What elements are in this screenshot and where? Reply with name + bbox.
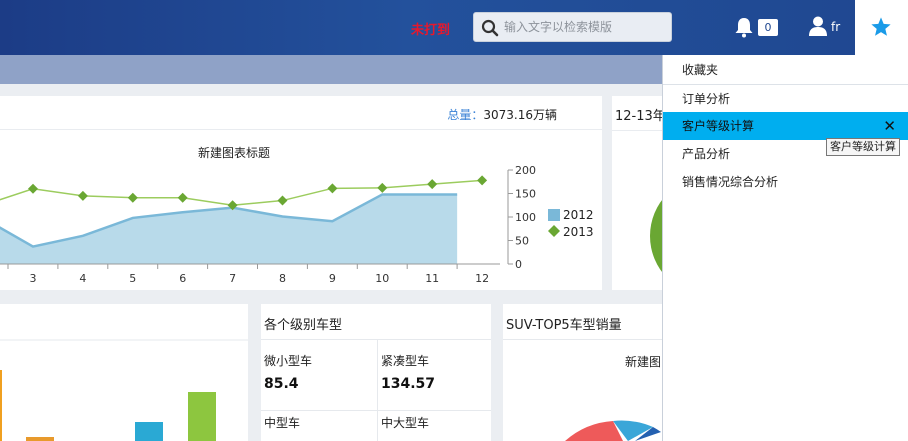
level-value: 85.4 (264, 376, 299, 392)
x-tick-label: 7 (229, 272, 236, 285)
data-point-2013 (28, 183, 38, 194)
y-tick-label: 100 (515, 211, 536, 224)
data-point-2013 (77, 190, 88, 201)
data-point-2013 (127, 192, 138, 203)
x-tick-label: 3 (30, 272, 37, 285)
menu-item-label: 客户等级计算 (682, 119, 755, 133)
top-bar: 未打到 0 fr (0, 0, 908, 55)
y-tick-label: 150 (515, 188, 536, 201)
search-input[interactable] (504, 18, 664, 36)
data-point-2013 (477, 175, 488, 186)
data-point-2013 (327, 183, 338, 194)
data-point-2013 (377, 182, 388, 193)
bell-icon[interactable] (734, 16, 754, 38)
legend-label-2012: 2012 (563, 208, 594, 222)
panel-divider (261, 339, 491, 340)
data-point-2013 (277, 195, 288, 206)
bar-chart-panel (0, 304, 248, 441)
level-name: 紧凑型车 (381, 354, 430, 368)
notification-badge: 0 (758, 19, 778, 36)
bar (188, 392, 216, 441)
y-tick-label: 0 (515, 258, 522, 271)
pie-slice (565, 421, 623, 441)
favorites-dropdown: 收藏夹 订单分析 客户等级计算 ✕ 产品分析 销售情况综合分析 (662, 55, 908, 441)
level-name: 微小型车 (264, 354, 313, 368)
y-tick-label: 200 (515, 164, 536, 177)
legend-swatch-2012 (548, 209, 560, 221)
level-value: 134.57 (381, 376, 436, 392)
x-tick-label: 9 (329, 272, 336, 285)
suv-pie-chart (565, 420, 661, 441)
x-tick-label: 10 (375, 272, 389, 285)
vehicle-levels-panel: 各个级别车型 微小型车 85.4 紧凑型车 134.57 中型车 中大型车 (261, 304, 491, 441)
suv-top5-panel: SUV-TOP5车型销量 新建图 (503, 304, 673, 441)
close-icon[interactable]: ✕ (883, 112, 896, 140)
bar (135, 422, 163, 441)
x-tick-label: 4 (79, 272, 86, 285)
x-tick-label: 5 (129, 272, 136, 285)
cell-divider (377, 340, 378, 441)
data-point-2013 (177, 192, 188, 203)
sales-trend-panel: 总量：3073.16万辆 新建图表标题 3 4 5 6 7 8 9 10 11 12 0 50 100 1… (0, 96, 602, 290)
level-name: 中型车 (264, 416, 301, 430)
legend-swatch-2013 (548, 225, 560, 237)
levels-title: 各个级别车型 (264, 318, 343, 333)
menu-item-favorites[interactable]: 收藏夹 (663, 56, 908, 84)
bar (26, 437, 54, 441)
row-divider (261, 410, 491, 411)
x-tick-label: 6 (179, 272, 186, 285)
y-tick-label: 50 (515, 235, 529, 248)
bar (0, 370, 2, 441)
tooltip: 客户等级计算 (826, 138, 900, 156)
menu-item-order-analysis[interactable]: 订单分析 (663, 85, 908, 113)
menu-item-sales-overview[interactable]: 销售情况综合分析 (663, 168, 908, 196)
favorites-button[interactable] (855, 0, 908, 55)
x-tick-label: 8 (279, 272, 286, 285)
x-tick-label: 11 (425, 272, 439, 285)
menu-item-customer-level[interactable]: 客户等级计算 ✕ (663, 112, 908, 140)
sales-trend-chart: 3 4 5 6 7 8 9 10 11 12 0 50 100 150 200 2012 2013 (0, 164, 594, 285)
legend-label-2013: 2013 (563, 225, 594, 239)
search-box[interactable] (473, 12, 672, 42)
user-icon[interactable] (808, 15, 828, 37)
level-name: 中大型车 (381, 416, 430, 430)
user-name[interactable]: fr (831, 20, 840, 34)
star-icon (871, 17, 891, 36)
bar-chart (0, 339, 248, 441)
yoy-panel-title: 12-13年 (615, 109, 666, 124)
search-icon (481, 19, 499, 37)
x-tick-label: 12 (475, 272, 489, 285)
warning-text: 未打到 (411, 23, 451, 38)
data-point-2013 (427, 179, 438, 190)
